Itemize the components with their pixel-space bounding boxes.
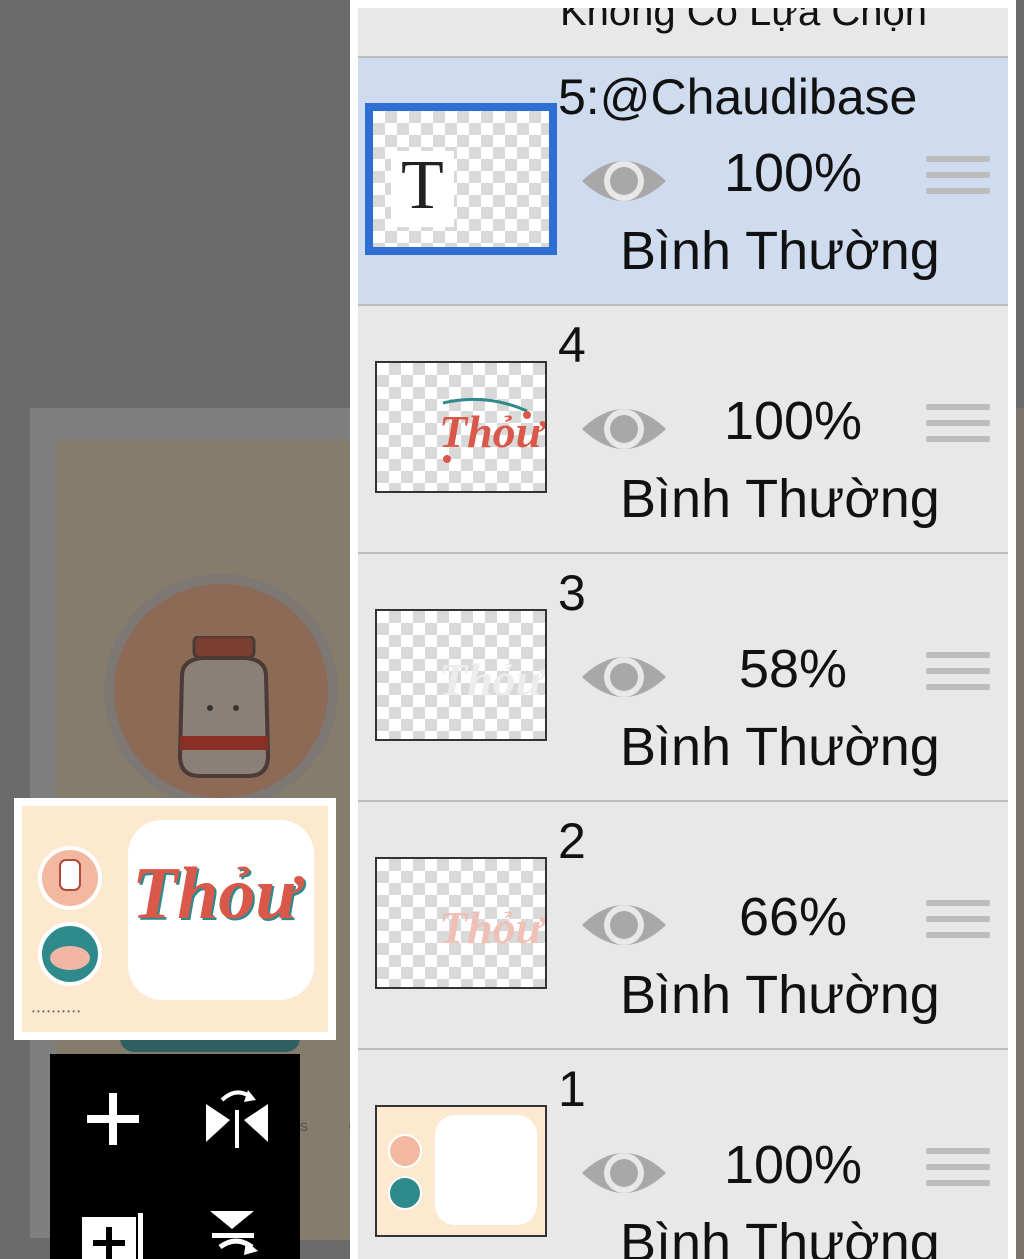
svg-text:Thỏư: Thỏư xyxy=(439,902,545,953)
lettering-thumbnail: Thỏư xyxy=(439,654,545,705)
art-teal-strip xyxy=(120,1038,300,1052)
layer-row-5[interactable]: 5:@Chaudibase T 100% Bình Thường xyxy=(358,58,1008,306)
jar-character-illustration xyxy=(177,636,271,778)
visibility-eye-icon[interactable] xyxy=(580,647,668,707)
merge-down-button[interactable] xyxy=(202,1202,272,1259)
flip-horizontal-button[interactable] xyxy=(202,1084,272,1154)
layer-blend-mode[interactable]: Bình Thường xyxy=(620,224,940,278)
layer-row-4[interactable]: 4 Thỏư 100% Bình Thường xyxy=(358,306,1008,554)
layer-name: 5:@Chaudibase xyxy=(558,69,918,125)
drag-handle-icon[interactable] xyxy=(926,1148,990,1198)
visibility-eye-icon[interactable] xyxy=(580,151,668,211)
add-layer-copy-icon xyxy=(82,1213,143,1259)
svg-text:Thỏư: Thỏư xyxy=(439,654,545,705)
layer-thumbnail[interactable] xyxy=(375,1105,547,1237)
background-thumbnail xyxy=(388,1115,537,1225)
layer-name: 4 xyxy=(558,317,586,373)
selection-status-label: Không Có Lựa Chọn xyxy=(560,8,928,34)
visibility-eye-icon[interactable] xyxy=(580,399,668,459)
drag-handle-icon[interactable] xyxy=(926,156,990,206)
layer-row-1[interactable]: 1 100% Bình Thường xyxy=(358,1050,1008,1259)
layer-row-3[interactable]: 3 Thỏư 58% Bình Thường xyxy=(358,554,1008,802)
layer-name: 3 xyxy=(558,565,586,621)
preview-artwork: • • • • • • • • • • Thỏư xyxy=(22,806,328,1032)
layer-name: 2 xyxy=(558,813,586,869)
layer-opacity[interactable]: 100% xyxy=(688,1138,898,1192)
layer-thumbnail[interactable]: Thỏư xyxy=(375,609,547,741)
layer-blend-mode[interactable]: Bình Thường xyxy=(620,720,940,774)
layer-opacity[interactable]: 66% xyxy=(688,890,898,944)
add-layer-icon xyxy=(87,1093,139,1145)
visibility-eye-icon[interactable] xyxy=(580,1143,668,1203)
layer-thumbnail[interactable]: T xyxy=(365,103,557,255)
visibility-eye-icon[interactable] xyxy=(580,895,668,955)
layer-opacity[interactable]: 100% xyxy=(688,394,898,448)
canvas-preview[interactable]: • • • • • • • • • • Thỏư xyxy=(14,798,336,1040)
layer-thumbnail[interactable]: Thỏư xyxy=(375,857,547,989)
merge-down-icon xyxy=(210,1211,258,1255)
text-layer-icon: T xyxy=(391,151,454,227)
layer-blend-mode[interactable]: Bình Thường xyxy=(620,472,940,526)
layer-blend-mode[interactable]: Bình Thường xyxy=(620,1216,940,1259)
selection-status[interactable]: Không Có Lựa Chọn xyxy=(358,8,1008,58)
drag-handle-icon[interactable] xyxy=(926,652,990,702)
layer-name: 1 xyxy=(558,1061,586,1117)
lettering-thumbnail: Thỏư xyxy=(439,397,545,463)
layers-list: Không Có Lựa Chọn 5:@Chaudibase T 100% B… xyxy=(358,8,1008,1259)
svg-text:• • • • • • • • • •: • • • • • • • • • • xyxy=(32,1007,80,1016)
layer-blend-mode[interactable]: Bình Thường xyxy=(620,968,940,1022)
preview-lettering: Thỏư xyxy=(132,853,300,935)
add-layer-button[interactable] xyxy=(78,1084,148,1154)
add-layer-copy-button[interactable] xyxy=(78,1202,148,1259)
layer-opacity[interactable]: 58% xyxy=(688,642,898,696)
drag-handle-icon[interactable] xyxy=(926,900,990,950)
lettering-thumbnail: Thỏư xyxy=(439,902,545,953)
layer-toolbar xyxy=(50,1054,300,1259)
flip-horizontal-icon xyxy=(206,1090,268,1148)
layer-thumbnail[interactable]: Thỏư xyxy=(375,361,547,493)
drag-handle-icon[interactable] xyxy=(926,404,990,454)
layer-row-2[interactable]: 2 Thỏư 66% Bình Thường xyxy=(358,802,1008,1050)
layer-opacity[interactable]: 100% xyxy=(688,146,898,200)
layers-panel: Không Có Lựa Chọn 5:@Chaudibase T 100% B… xyxy=(350,0,1016,1259)
